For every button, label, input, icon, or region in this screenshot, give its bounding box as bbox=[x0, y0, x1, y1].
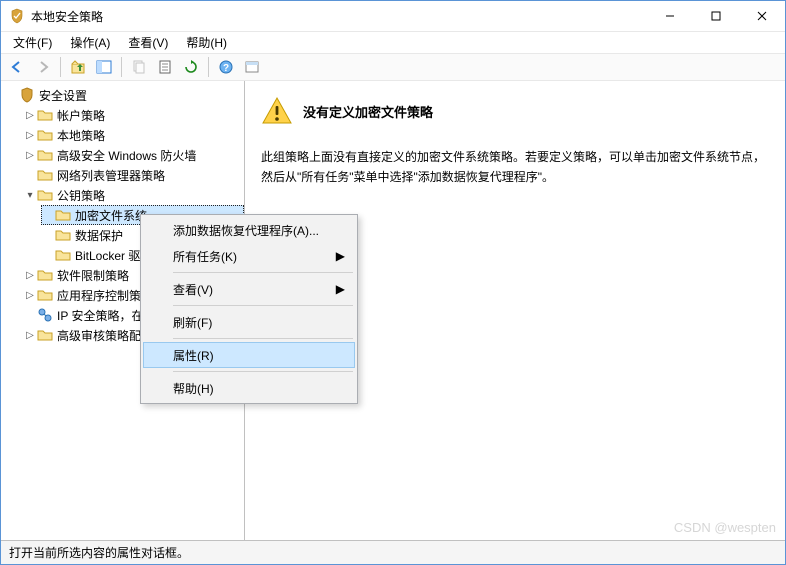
menu-view[interactable]: 查看(V) bbox=[120, 32, 176, 53]
statusbar-text: 打开当前所选内容的属性对话框。 bbox=[9, 544, 189, 561]
folder-icon bbox=[37, 167, 53, 183]
ctx-label: 帮助(H) bbox=[173, 380, 214, 397]
refresh-button[interactable] bbox=[179, 55, 203, 79]
expand-icon[interactable]: ▷ bbox=[23, 128, 37, 142]
ctx-separator bbox=[173, 272, 353, 273]
folder-icon bbox=[37, 147, 53, 163]
window-title: 本地安全策略 bbox=[31, 8, 647, 25]
tree-label: 帐户策略 bbox=[57, 107, 105, 124]
up-button[interactable] bbox=[66, 55, 90, 79]
copy-button bbox=[127, 55, 151, 79]
tree-label: 安全设置 bbox=[39, 87, 87, 104]
folder-icon bbox=[37, 327, 53, 343]
ctx-separator bbox=[173, 371, 353, 372]
tree-item-local[interactable]: ▷ 本地策略 bbox=[23, 125, 244, 145]
maximize-button[interactable] bbox=[693, 1, 739, 31]
folder-icon bbox=[55, 207, 71, 223]
folder-icon bbox=[37, 187, 53, 203]
expand-icon[interactable]: ▷ bbox=[23, 108, 37, 122]
tree-item-firewall[interactable]: ▷ 高级安全 Windows 防火墙 bbox=[23, 145, 244, 165]
titlebar: 本地安全策略 bbox=[1, 1, 785, 31]
ctx-help[interactable]: 帮助(H) bbox=[143, 375, 355, 401]
statusbar: 打开当前所选内容的属性对话框。 bbox=[1, 540, 785, 564]
submenu-arrow-icon: ▶ bbox=[336, 249, 345, 263]
folder-icon bbox=[37, 267, 53, 283]
tree-item-account[interactable]: ▷ 帐户策略 bbox=[23, 105, 244, 125]
tree-label: 高级审核策略配 bbox=[57, 327, 141, 344]
tree-label: 数据保护 bbox=[75, 227, 123, 244]
ctx-view[interactable]: 查看(V) ▶ bbox=[143, 276, 355, 302]
menu-action[interactable]: 操作(A) bbox=[62, 32, 118, 53]
detail-body: 此组策略上面没有直接定义的加密文件系统策略。若要定义策略，可以单击加密文件系统节… bbox=[261, 147, 769, 188]
tree-label: 本地策略 bbox=[57, 127, 105, 144]
tree-label: BitLocker 驱 bbox=[75, 247, 140, 264]
export-button[interactable] bbox=[240, 55, 264, 79]
context-menu: 添加数据恢复代理程序(A)... 所有任务(K) ▶ 查看(V) ▶ 刷新(F) 属… bbox=[140, 214, 358, 404]
ctx-label: 属性(R) bbox=[173, 347, 214, 364]
show-hide-tree-button[interactable] bbox=[92, 55, 116, 79]
folder-icon bbox=[37, 287, 53, 303]
forward-button bbox=[31, 55, 55, 79]
ctx-label: 所有任务(K) bbox=[173, 248, 237, 265]
tree-label: IP 安全策略，在 bbox=[57, 307, 143, 324]
expand-icon[interactable]: ▷ bbox=[23, 268, 37, 282]
expand-icon[interactable]: ▷ bbox=[23, 148, 37, 162]
tree-label: 公钥策略 bbox=[57, 187, 105, 204]
ctx-separator bbox=[173, 338, 353, 339]
svg-text:?: ? bbox=[223, 63, 229, 74]
close-button[interactable] bbox=[739, 1, 785, 31]
ctx-separator bbox=[173, 305, 353, 306]
ctx-refresh[interactable]: 刷新(F) bbox=[143, 309, 355, 335]
menubar: 文件(F) 操作(A) 查看(V) 帮助(H) bbox=[1, 31, 785, 53]
minimize-button[interactable] bbox=[647, 1, 693, 31]
ctx-all-tasks[interactable]: 所有任务(K) ▶ bbox=[143, 243, 355, 269]
detail-heading: 没有定义加密文件策略 bbox=[303, 102, 433, 121]
properties-button[interactable] bbox=[153, 55, 177, 79]
ctx-add-agent[interactable]: 添加数据恢复代理程序(A)... bbox=[143, 217, 355, 243]
menu-help[interactable]: 帮助(H) bbox=[178, 32, 235, 53]
tree-label: 高级安全 Windows 防火墙 bbox=[57, 147, 196, 164]
submenu-arrow-icon: ▶ bbox=[336, 282, 345, 296]
toolbar: ? bbox=[1, 53, 785, 81]
folder-icon bbox=[55, 227, 71, 243]
shield-icon bbox=[19, 87, 35, 103]
tree-label: 加密文件系统 bbox=[75, 207, 147, 224]
tree-item-netlist[interactable]: ▷网络列表管理器策略 bbox=[23, 165, 244, 185]
help-button[interactable]: ? bbox=[214, 55, 238, 79]
expand-icon[interactable]: ▷ bbox=[23, 328, 37, 342]
menu-file[interactable]: 文件(F) bbox=[5, 32, 60, 53]
folder-icon bbox=[55, 247, 71, 263]
tree-label: 应用程序控制策 bbox=[57, 287, 141, 304]
expand-icon[interactable]: ▷ bbox=[23, 288, 37, 302]
tree-root[interactable]: ▶ 安全设置 bbox=[5, 85, 244, 105]
app-icon bbox=[9, 8, 25, 24]
ctx-label: 查看(V) bbox=[173, 281, 213, 298]
tree-label: 软件限制策略 bbox=[57, 267, 129, 284]
ctx-properties[interactable]: 属性(R) bbox=[143, 342, 355, 368]
tree-item-pubkey[interactable]: ▾ 公钥策略 bbox=[23, 185, 244, 205]
ctx-label: 添加数据恢复代理程序(A)... bbox=[173, 222, 319, 239]
folder-icon bbox=[37, 107, 53, 123]
tree-label: 网络列表管理器策略 bbox=[57, 167, 165, 184]
collapse-icon[interactable]: ▾ bbox=[23, 188, 37, 202]
back-button[interactable] bbox=[5, 55, 29, 79]
ctx-label: 刷新(F) bbox=[173, 314, 212, 331]
ipsec-icon bbox=[37, 307, 53, 323]
warning-icon bbox=[261, 95, 293, 127]
folder-icon bbox=[37, 127, 53, 143]
